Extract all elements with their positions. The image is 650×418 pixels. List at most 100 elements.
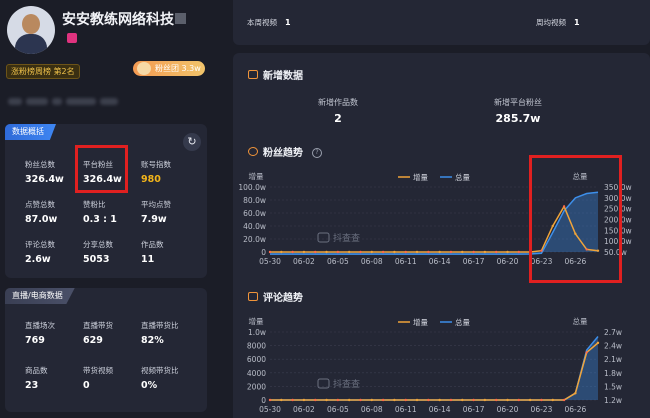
live-stat-value: 769 [25,335,45,346]
fans-group-label: 粉丝团 3.3w [155,64,201,73]
fans-trend-title: 粉丝趋势 [263,148,303,159]
increase-point [415,398,419,402]
fans-group-badge[interactable]: 粉丝团 3.3w [133,61,205,76]
increase-point [461,250,464,254]
overview-stat-label: 账号指数 [141,160,171,169]
increase-point [585,351,588,354]
increase-point [415,250,419,254]
y-right-tick-label: 1.5w [604,382,622,391]
series-total-line [270,336,599,401]
refresh-icon[interactable]: ↻ [183,133,201,151]
overview-stat-value: 980 [141,174,161,185]
highlight-box-platform-fans [75,145,128,193]
increase-point [506,398,509,402]
x-tick-label: 06-11 [395,257,417,266]
x-tick-label: 06-02 [293,405,315,414]
overview-stat: 平均点赞 7.9w [141,199,203,225]
x-tick-label: 06-23 [531,405,553,414]
increase-point [314,250,317,254]
increase-point [596,341,600,345]
overview-stat-label: 作品数 [141,240,164,249]
y-left-tick-label: 8000 [247,342,266,351]
highlight-box-fans-total [529,155,622,283]
y-left-tick-label: 60.0w [243,209,266,218]
y-left-tick-label: 100.0w [238,183,266,192]
overview-tag: 数据概括 [5,124,56,140]
overview-stat-label: 赞粉比 [83,200,106,209]
increase-point [268,250,272,254]
new-fans-stat: 新增平台粉丝 285.7w [494,98,542,125]
x-tick-label: 06-02 [293,257,315,266]
increase-point [347,250,351,254]
increase-point [472,398,475,402]
live-stat-value: 23 [25,380,39,391]
increase-point [449,398,453,402]
y-right-tick-label: 2.4w [604,342,622,351]
live-stat-value: 82% [141,335,164,346]
y-right-tick-label: 2.7w [604,328,622,337]
overview-stat-label: 平均点赞 [141,200,171,209]
overview-stat: 赞粉比 0.3 : 1 [83,199,145,225]
x-tick-label: 05-30 [259,405,281,414]
increase-point [551,398,554,402]
x-tick-label: 06-05 [327,257,349,266]
increase-point [540,398,543,402]
watermark-text: 抖查查 [333,378,360,390]
y-right-tick-label: 1.8w [604,369,622,378]
blurred-signature [8,90,128,105]
overview-stat-label: 评论总数 [25,240,55,249]
live-stat-label: 直播带货 [83,321,113,330]
live-card: 直播/电商数据 直播场次 769 直播带货 629 直播带货比 82% 商品数 23 带货视频 0… [5,288,207,412]
live-stat-label: 视频带货比 [141,366,179,375]
increase-point [461,398,464,402]
y-right-tick-label: 1.2w [604,396,622,405]
this-week-video: 本周视频 1 [247,18,291,27]
y-left-tick-label: 1.0w [248,328,266,337]
legend-increase-label: 增量 [413,172,428,182]
increase-point [302,398,306,402]
increase-point [291,398,294,402]
y-left-tick-label: 0 [261,248,266,257]
overview-stat: 点赞总数 87.0w [25,199,87,225]
live-stat: 直播场次 769 [25,320,87,346]
increase-point [483,398,487,402]
live-stat: 商品数 23 [25,365,87,391]
increase-point [370,250,373,254]
verified-icon [175,13,186,24]
increase-point [404,250,407,254]
rank-badge[interactable]: 涨粉榜周榜 第2名 [6,64,80,79]
x-tick-label: 06-05 [327,405,349,414]
y-left-tick-label: 4000 [247,369,266,378]
y-left-tick-label: 80.0w [243,196,266,205]
new-works-stat: 新增作品数 2 [318,98,358,125]
increase-point [528,398,532,402]
overview-stat-label: 分享总数 [83,240,113,249]
increase-point [438,398,441,402]
comment-trend-chart: 1.0w 8000 6000 4000 2000 0 2.7w 2.4w 2.1w 1.8w 1.5… [247,316,622,414]
legend-increase-label: 增量 [413,317,428,327]
increase-point [347,398,351,402]
avatar[interactable] [7,6,55,54]
x-tick-label: 06-14 [429,405,451,414]
increase-point [495,250,498,254]
increase-point [562,398,566,402]
increase-point [449,250,453,254]
overview-stat-value: 2.6w [25,254,51,265]
info-icon[interactable]: ? [312,148,322,158]
increase-point [280,250,283,254]
y-right-tick-label: 2.1w [604,355,622,364]
increase-point [393,398,396,402]
legend-total-label: 总量 [455,317,470,327]
series-increase-line [270,342,599,401]
watermark-logo [317,232,330,243]
comment-trend-title: 评论趋势 [263,293,303,304]
gift-icon[interactable] [67,33,77,43]
weekly-avg-video: 周均视频 1 [536,18,580,27]
increase-point [291,250,294,254]
increase-point [314,398,317,402]
live-stat: 直播带货 629 [83,320,145,346]
x-tick-label: 06-17 [463,257,485,266]
increase-point [302,250,306,254]
overview-stat-value: 0.3 : 1 [83,214,117,225]
monitor-icon [248,70,258,79]
